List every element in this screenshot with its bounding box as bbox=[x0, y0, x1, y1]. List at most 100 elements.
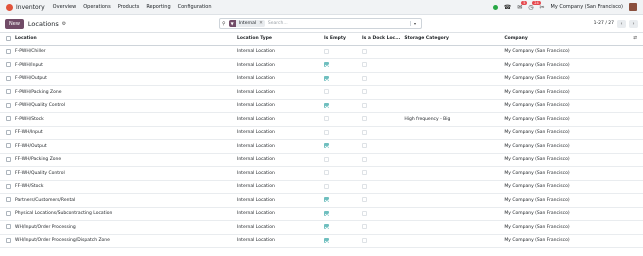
cell-location[interactable]: F-PWH/Input bbox=[13, 58, 235, 73]
cell-location-type[interactable]: Internal Location bbox=[235, 220, 322, 235]
cell-storage-category[interactable] bbox=[402, 234, 503, 248]
cell-company[interactable]: My Company (San Francisco) bbox=[502, 180, 623, 194]
cell-location-type[interactable]: Internal Location bbox=[235, 45, 322, 59]
cell-location-type[interactable]: Internal Location bbox=[235, 180, 322, 194]
cell-storage-category[interactable] bbox=[402, 207, 503, 221]
gear-icon[interactable]: ⚙ bbox=[62, 21, 66, 27]
table-row[interactable]: FF-WH/Output Internal Location My Company … bbox=[0, 139, 643, 154]
row-select-checkbox[interactable] bbox=[0, 234, 13, 248]
cell-storage-category[interactable] bbox=[402, 166, 503, 181]
tools-icon[interactable]: ✂ bbox=[539, 4, 544, 11]
cell-storage-category[interactable] bbox=[402, 220, 503, 235]
menu-overview[interactable]: Overview bbox=[53, 4, 77, 10]
phone-icon[interactable]: ☎ bbox=[504, 4, 511, 11]
cell-storage-category[interactable] bbox=[402, 139, 503, 154]
row-select-checkbox[interactable] bbox=[0, 126, 13, 140]
column-location-type[interactable]: Location Type bbox=[235, 33, 322, 46]
row-select-checkbox[interactable] bbox=[0, 180, 13, 194]
new-button[interactable]: New bbox=[5, 18, 24, 29]
table-row[interactable]: FF-WH/Input Internal Location My Company (… bbox=[0, 126, 643, 140]
cell-company[interactable]: My Company (San Francisco) bbox=[502, 166, 623, 181]
cell-company[interactable]: My Company (San Francisco) bbox=[502, 220, 623, 235]
remove-facet-icon[interactable]: ✕ bbox=[259, 21, 265, 26]
cell-company[interactable]: My Company (San Francisco) bbox=[502, 234, 623, 248]
menu-reporting[interactable]: Reporting bbox=[146, 4, 170, 10]
cell-location-type[interactable]: Internal Location bbox=[235, 126, 322, 140]
previous-page-button[interactable]: ‹ bbox=[617, 19, 626, 28]
row-select-checkbox[interactable] bbox=[0, 112, 13, 127]
row-select-checkbox[interactable] bbox=[0, 193, 13, 208]
cell-storage-category[interactable] bbox=[402, 126, 503, 140]
table-row[interactable]: F-PWH/Chiller Internal Location My Company… bbox=[0, 45, 643, 59]
cell-location[interactable]: F-PWH/Chiller bbox=[13, 45, 235, 59]
filter-facet[interactable]: ▼ Internal ✕ bbox=[228, 20, 265, 27]
table-row[interactable]: Physical Locations/Subcontracting Locati… bbox=[0, 207, 643, 221]
messages-icon[interactable]: ✉ 5 bbox=[517, 0, 528, 11]
column-location[interactable]: Location bbox=[13, 33, 235, 46]
cell-location-type[interactable]: Internal Location bbox=[235, 72, 322, 86]
row-select-checkbox[interactable] bbox=[0, 166, 13, 181]
cell-location[interactable]: F-PWH/Output bbox=[13, 72, 235, 86]
row-select-checkbox[interactable] bbox=[0, 72, 13, 86]
cell-location-type[interactable]: Internal Location bbox=[235, 153, 322, 167]
optional-columns-icon[interactable]: ⇄ bbox=[622, 33, 643, 46]
select-all-checkbox[interactable] bbox=[0, 33, 13, 46]
row-select-checkbox[interactable] bbox=[0, 220, 13, 235]
table-row[interactable]: FF-WH/Packing Zone Internal Location My Co… bbox=[0, 153, 643, 167]
cell-storage-category[interactable] bbox=[402, 45, 503, 59]
cell-location-type[interactable]: Internal Location bbox=[235, 166, 322, 181]
search-icon[interactable]: ⚲ bbox=[222, 21, 226, 27]
app-name[interactable]: Inventory bbox=[16, 4, 45, 11]
menu-configuration[interactable]: Configuration bbox=[178, 4, 212, 10]
row-select-checkbox[interactable] bbox=[0, 153, 13, 167]
cell-company[interactable]: My Company (San Francisco) bbox=[502, 85, 623, 100]
row-select-checkbox[interactable] bbox=[0, 58, 13, 73]
row-select-checkbox[interactable] bbox=[0, 99, 13, 113]
cell-location-type[interactable]: Internal Location bbox=[235, 58, 322, 73]
cell-company[interactable]: My Company (San Francisco) bbox=[502, 126, 623, 140]
user-avatar[interactable] bbox=[629, 3, 637, 11]
table-row[interactable]: F-PWH/Output Internal Location My Company … bbox=[0, 72, 643, 86]
cell-storage-category[interactable]: High frequency - Big bbox=[402, 112, 503, 127]
next-page-button[interactable]: › bbox=[629, 19, 638, 28]
row-select-checkbox[interactable] bbox=[0, 207, 13, 221]
table-row[interactable]: FF-WH/Stock Internal Location My Company (… bbox=[0, 180, 643, 194]
table-row[interactable]: WH/Input/Order Processing/Dispatch Zone I… bbox=[0, 234, 643, 248]
cell-location[interactable]: FF-WH/Stock bbox=[13, 180, 235, 194]
cell-storage-category[interactable] bbox=[402, 153, 503, 167]
menu-operations[interactable]: Operations bbox=[83, 4, 111, 10]
cell-company[interactable]: My Company (San Francisco) bbox=[502, 99, 623, 113]
column-is-empty[interactable]: Is Empty bbox=[322, 33, 360, 46]
activity-icon[interactable]: ◷ 24 bbox=[528, 0, 541, 11]
column-is-dock[interactable]: Is a Dock Loc... bbox=[360, 33, 403, 46]
cell-storage-category[interactable] bbox=[402, 193, 503, 208]
cell-location[interactable]: FF-WH/Output bbox=[13, 139, 235, 154]
row-select-checkbox[interactable] bbox=[0, 85, 13, 100]
cell-location[interactable]: F-PWH/Quality Control bbox=[13, 99, 235, 113]
search-input[interactable]: Search... bbox=[268, 21, 410, 26]
table-row[interactable]: F-PWH/Quality Control Internal Location My… bbox=[0, 99, 643, 113]
cell-company[interactable]: My Company (San Francisco) bbox=[502, 193, 623, 208]
column-storage-category[interactable]: Storage Category bbox=[402, 33, 503, 46]
cell-storage-category[interactable] bbox=[402, 58, 503, 73]
inventory-app-icon[interactable] bbox=[6, 3, 13, 11]
pager-value[interactable]: 1-27 / 27 bbox=[594, 21, 614, 26]
cell-location-type[interactable]: Internal Location bbox=[235, 112, 322, 127]
cell-location-type[interactable]: Internal Location bbox=[235, 85, 322, 100]
cell-storage-category[interactable] bbox=[402, 85, 503, 100]
table-row[interactable]: FF-WH/Quality Control Internal Location My… bbox=[0, 166, 643, 181]
cell-location[interactable]: WH/Input/Order Processing/Dispatch Zone bbox=[13, 234, 235, 248]
cell-location[interactable]: Partners/Customers/Rental bbox=[13, 193, 235, 208]
cell-location[interactable]: Physical Locations/Subcontracting Locati… bbox=[13, 207, 235, 221]
cell-company[interactable]: My Company (San Francisco) bbox=[502, 207, 623, 221]
cell-location[interactable]: FF-WH/Packing Zone bbox=[13, 153, 235, 167]
cell-company[interactable]: My Company (San Francisco) bbox=[502, 72, 623, 86]
cell-location-type[interactable]: Internal Location bbox=[235, 207, 322, 221]
cell-company[interactable]: My Company (San Francisco) bbox=[502, 112, 623, 127]
cell-location[interactable]: FF-WH/Quality Control bbox=[13, 166, 235, 181]
cell-storage-category[interactable] bbox=[402, 180, 503, 194]
table-row[interactable]: WH/Input/Order Processing Internal Locati… bbox=[0, 220, 643, 235]
cell-company[interactable]: My Company (San Francisco) bbox=[502, 139, 623, 154]
cell-location-type[interactable]: Internal Location bbox=[235, 139, 322, 154]
cell-company[interactable]: My Company (San Francisco) bbox=[502, 45, 623, 59]
